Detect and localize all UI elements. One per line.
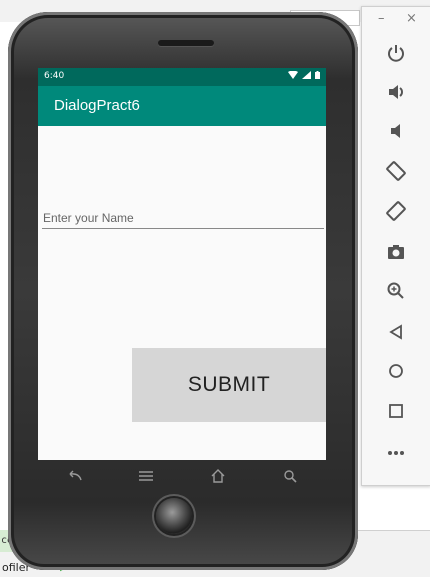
more-icon: [388, 451, 404, 455]
nav-search-key[interactable]: [275, 466, 305, 486]
nav-menu-key[interactable]: [131, 466, 161, 486]
signal-icon: [302, 71, 312, 79]
nav-home-key[interactable]: [203, 466, 233, 486]
camera-icon: [388, 245, 404, 259]
rotate-left-button[interactable]: [384, 159, 408, 183]
phone-speaker: [158, 40, 214, 46]
hardware-nav-keys: [38, 460, 326, 492]
device-screen: 6:40 DialogPract6 SUBMIT: [38, 68, 326, 460]
rotate-left-icon: [386, 161, 406, 181]
zoom-button[interactable]: [384, 279, 408, 303]
rotate-right-button[interactable]: [384, 199, 408, 223]
menu-key-icon: [139, 471, 153, 481]
overview-icon: [389, 404, 403, 418]
minimize-button[interactable]: –: [378, 11, 385, 26]
more-button[interactable]: [384, 441, 408, 465]
volume-up-button[interactable]: [384, 80, 408, 104]
rotate-right-icon: [386, 201, 406, 221]
volume-down-button[interactable]: [384, 119, 408, 143]
zoom-icon: [387, 282, 404, 299]
wifi-icon: [288, 70, 299, 79]
status-time: 6:40: [44, 71, 65, 81]
submit-button[interactable]: SUBMIT: [132, 348, 326, 422]
home-key-icon: [211, 469, 225, 483]
back-icon: [389, 324, 402, 340]
emulator-controls-panel: – ×: [361, 6, 430, 486]
home-icon: [389, 364, 403, 378]
status-icons: [288, 70, 320, 82]
battery-icon: [315, 71, 320, 79]
volume-down-icon: [391, 124, 400, 138]
power-button[interactable]: [384, 41, 408, 65]
search-key-icon: [284, 470, 297, 483]
nav-back-key[interactable]: [59, 466, 89, 486]
back-key-icon: [69, 470, 82, 481]
app-bar: DialogPract6: [38, 86, 326, 126]
volume-up-icon: [389, 85, 403, 99]
overview-button[interactable]: [384, 399, 408, 423]
status-bar: 6:40: [38, 68, 326, 86]
power-icon: [388, 45, 404, 62]
name-input[interactable]: [42, 207, 324, 229]
back-button[interactable]: [384, 320, 408, 344]
app-title: DialogPract6: [54, 97, 140, 114]
home-button[interactable]: [384, 359, 408, 383]
close-button[interactable]: ×: [406, 11, 417, 26]
screenshot-button[interactable]: [384, 240, 408, 264]
trackball-button[interactable]: [156, 498, 192, 534]
